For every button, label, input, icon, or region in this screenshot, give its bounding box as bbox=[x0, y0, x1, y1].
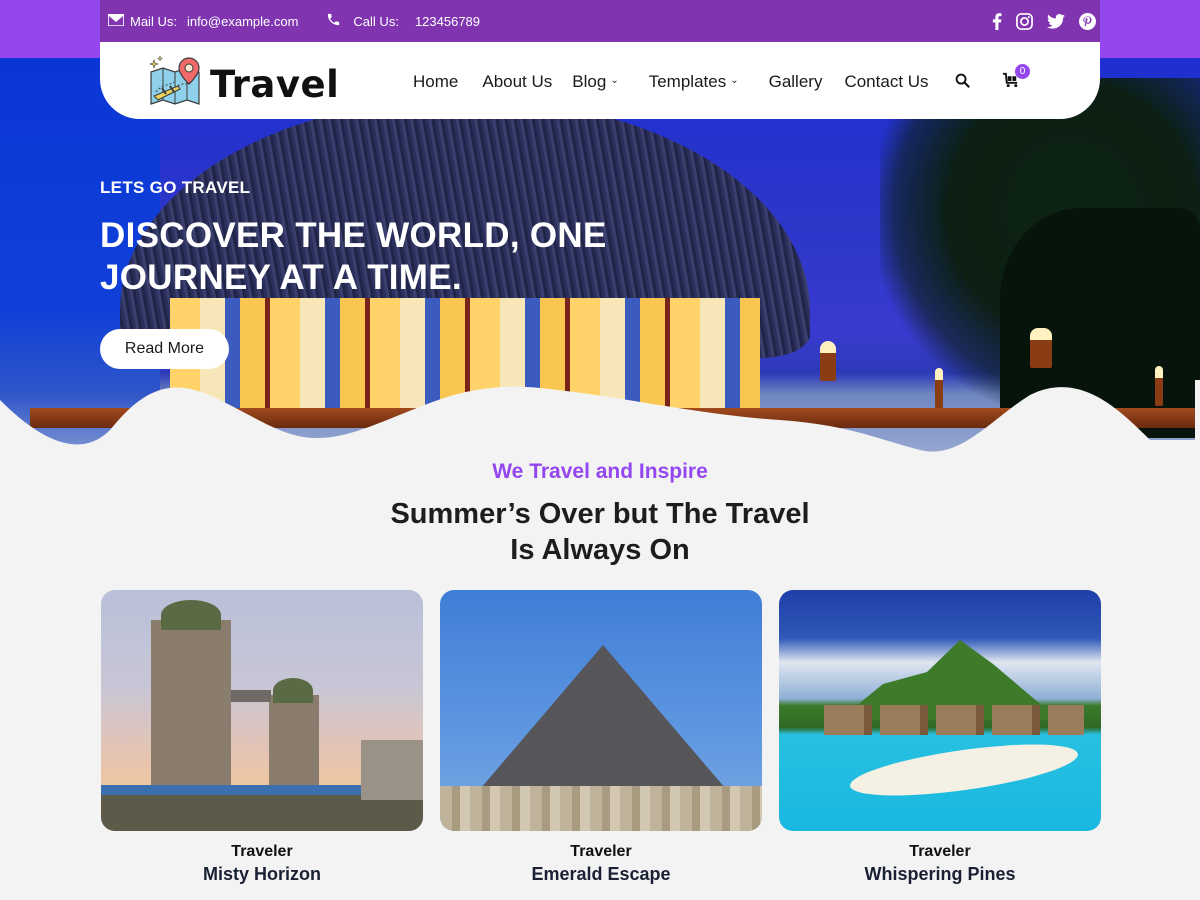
nav-item-blog[interactable]: Blog ⌄ bbox=[572, 72, 618, 92]
nav-item-gallery[interactable]: Gallery bbox=[769, 72, 823, 92]
twitter-icon[interactable] bbox=[1047, 13, 1065, 29]
chevron-down-icon: ⌄ bbox=[730, 74, 739, 86]
section-heading: Summer’s Over but The Travel Is Always O… bbox=[0, 496, 1200, 568]
cart-count-badge: 0 bbox=[1015, 64, 1030, 79]
destination-card[interactable]: Traveler Emerald Escape bbox=[440, 590, 762, 885]
facebook-icon[interactable] bbox=[992, 12, 1002, 30]
site-logo[interactable]: Travel bbox=[148, 55, 340, 113]
brand-name: Travel bbox=[210, 63, 340, 106]
nav-label: About Us bbox=[482, 72, 553, 91]
section-heading-line-1: Summer’s Over but The Travel bbox=[390, 498, 810, 530]
cart-button[interactable]: 0 bbox=[1003, 64, 1030, 93]
instagram-icon[interactable] bbox=[1016, 12, 1033, 30]
pyramid-image[interactable] bbox=[440, 590, 762, 831]
nav-label: Templates bbox=[648, 72, 727, 91]
nav-item-contact-us[interactable]: Contact Us bbox=[844, 72, 928, 92]
search-button[interactable] bbox=[955, 73, 970, 93]
hero-subtitle: LETS GO TRAVEL bbox=[100, 178, 251, 197]
hero-title: DISCOVER THE WORLD, ONE JOURNEY AT A TIM… bbox=[100, 216, 607, 297]
social-links bbox=[992, 12, 1096, 30]
mail-icon bbox=[107, 12, 125, 29]
mail-label: Mail Us: bbox=[130, 13, 177, 29]
destination-card[interactable]: Traveler Whispering Pines bbox=[779, 590, 1101, 885]
tropical-island-image[interactable] bbox=[779, 590, 1101, 831]
nav-menu: Home About Us Blog ⌄ Templates ⌄ Gallery… bbox=[413, 72, 929, 92]
destination-card[interactable]: Traveler Misty Horizon bbox=[101, 590, 423, 885]
chevron-down-icon: ⌄ bbox=[610, 74, 619, 86]
page: Mail Us: info@example.com Call Us: 12345… bbox=[0, 0, 1200, 900]
phone-icon bbox=[326, 12, 341, 30]
card-kicker: Traveler bbox=[909, 843, 971, 860]
nav-label: Contact Us bbox=[844, 72, 929, 91]
nav-item-home[interactable]: Home bbox=[413, 72, 458, 92]
map-pin-logo-icon bbox=[148, 55, 202, 113]
card-kicker: Traveler bbox=[570, 843, 632, 860]
card-title[interactable]: Misty Horizon bbox=[101, 864, 423, 885]
search-icon bbox=[955, 73, 970, 92]
nav-label: Blog bbox=[572, 72, 607, 91]
mail-info[interactable]: Mail Us: info@example.com bbox=[107, 12, 298, 29]
nav-item-about-us[interactable]: About Us bbox=[482, 72, 552, 92]
nav-label: Gallery bbox=[768, 72, 823, 91]
nav-label: Home bbox=[413, 72, 459, 91]
section-heading-line-2: Is Always On bbox=[510, 534, 690, 566]
nav-item-templates[interactable]: Templates ⌄ bbox=[649, 72, 739, 92]
phone-info[interactable]: Call Us: 123456789 bbox=[326, 12, 480, 30]
section-eyebrow: We Travel and Inspire bbox=[492, 460, 708, 483]
card-title[interactable]: Whispering Pines bbox=[779, 864, 1101, 885]
mail-address[interactable]: info@example.com bbox=[187, 14, 298, 29]
read-more-button[interactable]: Read More bbox=[100, 329, 229, 369]
card-title[interactable]: Emerald Escape bbox=[440, 864, 762, 885]
call-label: Call Us: bbox=[353, 13, 399, 29]
main-navigation: Travel Home About Us Blog ⌄ Templates ⌄ … bbox=[100, 42, 1100, 119]
tower-bridge-image[interactable] bbox=[101, 590, 423, 831]
phone-number[interactable]: 123456789 bbox=[415, 14, 480, 29]
top-contact-bar: Mail Us: info@example.com Call Us: 12345… bbox=[100, 0, 1100, 42]
destination-cards: Traveler Misty Horizon Traveler Emerald … bbox=[101, 590, 1101, 885]
card-kicker: Traveler bbox=[231, 843, 293, 860]
pinterest-icon[interactable] bbox=[1079, 12, 1096, 30]
